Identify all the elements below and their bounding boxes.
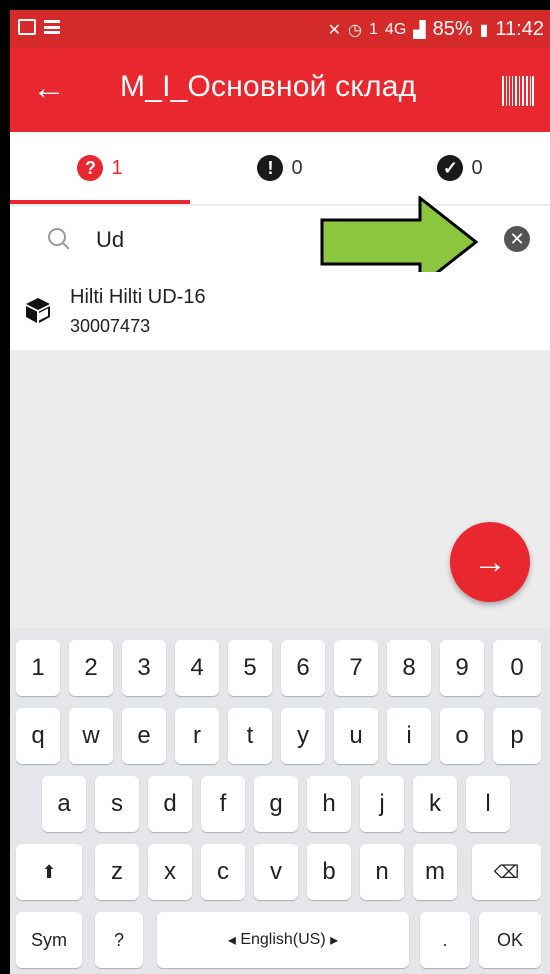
key-k[interactable]: k [413, 776, 457, 832]
keyboard: 1 2 3 4 5 6 7 8 9 0 q w e r t y u i o p … [10, 628, 550, 974]
key-l[interactable]: l [466, 776, 510, 832]
sim-icon: 1 [369, 20, 378, 38]
key-u[interactable]: u [334, 708, 378, 764]
key-o[interactable]: o [440, 708, 484, 764]
key-c[interactable]: c [201, 844, 245, 900]
next-button[interactable]: → [450, 522, 530, 602]
key-g[interactable]: g [254, 776, 298, 832]
page-title: M_I_Основной склад [120, 70, 417, 103]
check-icon: ✓ [437, 155, 464, 181]
key-j[interactable]: j [360, 776, 404, 832]
key-9[interactable]: 9 [440, 640, 484, 696]
shift-key[interactable]: ⬆ [16, 844, 82, 900]
device-frame: ✕ ◷ 1 4G ▟ 85% ▮ 11:42 ← M_I_Основной ск… [0, 0, 550, 974]
key-r[interactable]: r [175, 708, 219, 764]
key-p[interactable]: p [493, 708, 541, 764]
signal-icon: ▟ [413, 21, 426, 39]
key-h[interactable]: h [307, 776, 351, 832]
question-icon: ? [77, 155, 104, 181]
box-icon [26, 298, 50, 323]
key-v[interactable]: v [254, 844, 298, 900]
key-6[interactable]: 6 [281, 640, 325, 696]
key-7[interactable]: 7 [334, 640, 378, 696]
key-i[interactable]: i [387, 708, 431, 764]
key-q[interactable]: q [16, 708, 60, 764]
exclamation-icon: ! [257, 155, 284, 181]
key-t[interactable]: t [228, 708, 272, 764]
tab-unknown[interactable]: ? 1 [10, 132, 190, 204]
key-e[interactable]: e [122, 708, 166, 764]
key-2[interactable]: 2 [69, 640, 113, 696]
language-label: English(US) [240, 931, 326, 948]
key-m[interactable]: m [413, 844, 457, 900]
barcode-icon[interactable] [502, 76, 534, 106]
back-arrow-icon[interactable]: ← [32, 68, 72, 108]
question-key[interactable]: ? [95, 912, 143, 968]
key-w[interactable]: w [69, 708, 113, 764]
key-n[interactable]: n [360, 844, 404, 900]
key-s[interactable]: s [95, 776, 139, 832]
period-key[interactable]: . [420, 912, 470, 968]
key-4[interactable]: 4 [175, 640, 219, 696]
search-icon [48, 228, 66, 246]
gallery-icon [18, 19, 36, 35]
mute-icon: ✕ [327, 21, 342, 39]
battery-percent: 85% [432, 18, 473, 40]
sym-key[interactable]: Sym [16, 912, 82, 968]
key-f[interactable]: f [201, 776, 245, 832]
backspace-key[interactable]: ⌫ [472, 844, 541, 900]
key-d[interactable]: d [148, 776, 192, 832]
key-b[interactable]: b [307, 844, 351, 900]
alarm-icon: ◷ [348, 21, 363, 39]
shift-icon: ⬆ [41, 861, 57, 882]
tab-warning[interactable]: ! 0 [190, 132, 370, 204]
battery-icon: ▮ [479, 21, 489, 39]
tab-count: 0 [471, 156, 483, 179]
clear-search-icon[interactable]: ✕ [504, 226, 530, 252]
tab-done[interactable]: ✓ 0 [370, 132, 550, 204]
key-z[interactable]: z [95, 844, 139, 900]
left-arrow-icon: ◂ [227, 932, 241, 949]
arrow-right-icon: → [473, 542, 507, 581]
list-item[interactable]: Hilti Hilti UD-16 30007473 [10, 272, 550, 350]
tab-count: 1 [111, 156, 123, 179]
backspace-icon: ⌫ [493, 861, 520, 882]
tab-count: 0 [291, 156, 303, 179]
clock: 11:42 [495, 18, 544, 40]
key-0[interactable]: 0 [493, 640, 541, 696]
right-arrow-icon: ▸ [325, 932, 339, 949]
tab-bar: ? 1 ! 0 ✓ 0 [10, 132, 550, 204]
space-key[interactable]: ◂ English(US) ▸ [157, 912, 409, 968]
screen: ✕ ◷ 1 4G ▟ 85% ▮ 11:42 ← M_I_Основной ск… [10, 10, 550, 974]
app-bar: ← M_I_Основной склад [10, 48, 550, 132]
key-y[interactable]: y [281, 708, 325, 764]
key-5[interactable]: 5 [228, 640, 272, 696]
key-1[interactable]: 1 [16, 640, 60, 696]
key-x[interactable]: x [148, 844, 192, 900]
key-8[interactable]: 8 [387, 640, 431, 696]
status-left [18, 19, 60, 35]
network-type: 4G [384, 20, 407, 38]
list-icon [44, 20, 60, 34]
item-name: Hilti Hilti UD-16 [70, 286, 206, 308]
status-bar: ✕ ◷ 1 4G ▟ 85% ▮ 11:42 [10, 10, 550, 48]
key-a[interactable]: a [42, 776, 86, 832]
key-3[interactable]: 3 [122, 640, 166, 696]
item-code: 30007473 [70, 316, 151, 336]
active-tab-indicator [10, 200, 190, 204]
status-right: ✕ ◷ 1 4G ▟ 85% ▮ 11:42 [328, 18, 544, 41]
ok-key[interactable]: OK [479, 912, 541, 968]
